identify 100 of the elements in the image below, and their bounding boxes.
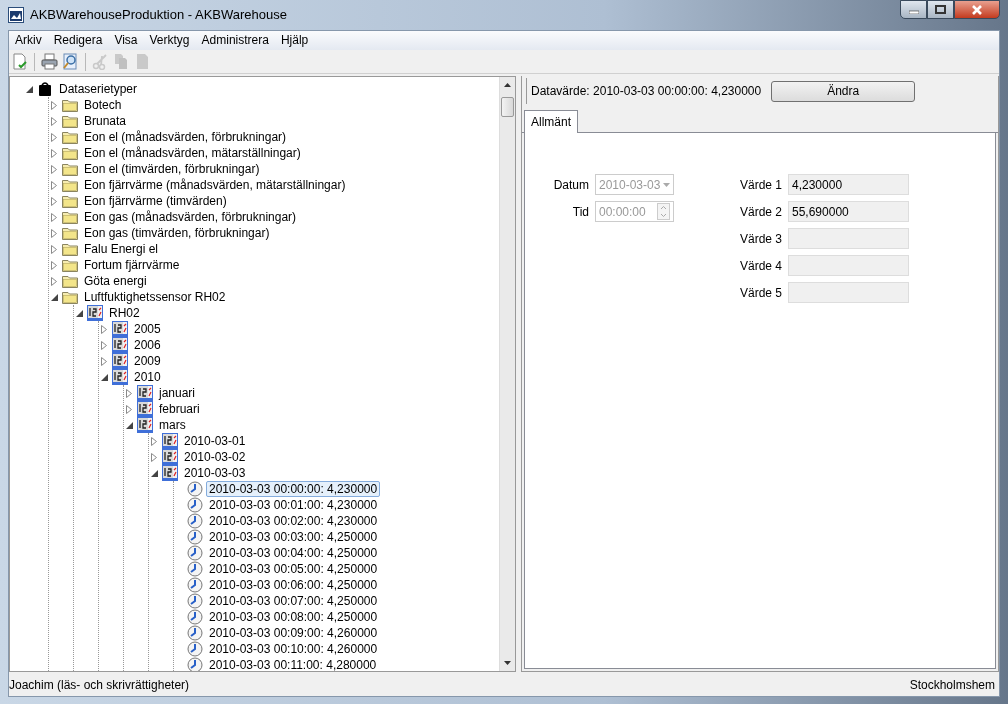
expand-arrow-icon[interactable] <box>151 452 157 462</box>
menu-item[interactable]: Arkiv <box>9 31 48 50</box>
number-grid-icon <box>112 321 128 337</box>
tree-item[interactable]: Eon gas (timvärden, förbrukningar) <box>81 225 273 241</box>
tree-item[interactable]: RH02 <box>106 305 143 321</box>
app-icon <box>8 7 24 23</box>
collapse-arrow-icon[interactable] <box>25 85 33 93</box>
menu-item[interactable]: Redigera <box>47 31 109 50</box>
tree-item[interactable]: Göta energi <box>81 273 150 289</box>
expand-arrow-icon[interactable] <box>51 148 57 158</box>
tree-item[interactable]: 2010-03-03 00:10:00: 4,260000 <box>206 641 381 657</box>
status-user: Joachim (läs- och skrivrättigheter) <box>9 677 190 694</box>
close-button[interactable] <box>954 0 1000 19</box>
clock-icon <box>187 593 203 609</box>
maximize-button[interactable] <box>927 0 954 19</box>
tree-item[interactable]: 2010-03-03 00:11:00: 4,280000 <box>206 657 380 671</box>
tree-item[interactable]: 2006 <box>131 337 164 353</box>
scroll-down-arrow-icon[interactable] <box>504 661 511 665</box>
expand-arrow-icon[interactable] <box>51 116 57 126</box>
expand-arrow-icon[interactable] <box>101 340 107 350</box>
scrollbar-thumb[interactable] <box>501 97 514 117</box>
expand-arrow-icon[interactable] <box>51 212 57 222</box>
tree-item[interactable]: 2010-03-03 00:07:00: 4,250000 <box>206 593 381 609</box>
tree-item[interactable]: Falu Energi el <box>81 241 162 257</box>
bag-icon <box>37 81 53 97</box>
expand-arrow-icon[interactable] <box>101 356 107 366</box>
close-icon <box>971 4 983 15</box>
tree-item[interactable]: 2010-03-03 00:02:00: 4,230000 <box>206 513 381 529</box>
new-document-icon[interactable] <box>11 53 28 70</box>
expand-arrow-icon[interactable] <box>51 132 57 142</box>
collapse-arrow-icon[interactable] <box>150 469 158 477</box>
value-field[interactable] <box>788 228 909 249</box>
menu-item[interactable]: Verktyg <box>143 31 196 50</box>
tree-item[interactable]: 2010-03-03 00:09:00: 4,260000 <box>206 625 381 641</box>
value-field[interactable]: 55,690000 <box>788 201 909 222</box>
minimize-button[interactable] <box>900 0 927 19</box>
number-grid-icon <box>162 465 178 481</box>
tree-item[interactable]: Eon el (månadsvärden, mätarställningar) <box>81 145 304 161</box>
tree-item[interactable]: Eon el (månadsvärden, förbrukningar) <box>81 129 290 145</box>
value-field[interactable] <box>788 255 909 276</box>
collapse-arrow-icon[interactable] <box>125 421 133 429</box>
menu-item[interactable]: Administrera <box>195 31 275 50</box>
expand-arrow-icon[interactable] <box>151 436 157 446</box>
tree-item[interactable]: 2010-03-03 00:06:00: 4,250000 <box>206 577 381 593</box>
folder-icon <box>62 177 78 193</box>
tab[interactable]: Allmänt <box>524 110 578 133</box>
value-field[interactable] <box>788 282 909 303</box>
folder-icon <box>62 273 78 289</box>
number-grid-icon <box>112 353 128 369</box>
tree-item[interactable]: 2005 <box>131 321 164 337</box>
change-button[interactable]: Ändra <box>771 80 916 102</box>
expand-arrow-icon[interactable] <box>51 260 57 270</box>
tree-item[interactable]: Dataserietyper <box>56 81 141 97</box>
tree-item[interactable]: 2010-03-02 <box>181 449 249 465</box>
number-grid-icon <box>162 433 178 449</box>
tree-item[interactable]: 2010-03-01 <box>181 433 249 449</box>
number-grid-icon <box>137 385 153 401</box>
collapse-arrow-icon[interactable] <box>100 373 108 381</box>
tree-item[interactable]: 2010 <box>131 369 164 385</box>
tree-item[interactable]: Eon el (timvärden, förbrukningar) <box>81 161 263 177</box>
expand-arrow-icon[interactable] <box>51 276 57 286</box>
tree-item[interactable]: 2010-03-03 00:03:00: 4,250000 <box>206 529 381 545</box>
tree-item[interactable]: februari <box>156 401 203 417</box>
expand-arrow-icon[interactable] <box>51 100 57 110</box>
tree-item[interactable]: 2010-03-03 00:01:00: 4,230000 <box>206 497 381 513</box>
detail-header: Datavärde: 2010-03-03 00:00:00: 4,230000 <box>531 83 762 100</box>
tree-item[interactable]: 2010-03-03 00:05:00: 4,250000 <box>206 561 381 577</box>
expand-arrow-icon[interactable] <box>51 164 57 174</box>
expand-arrow-icon[interactable] <box>126 404 132 414</box>
expand-arrow-icon[interactable] <box>51 180 57 190</box>
menu-item[interactable]: Visa <box>108 31 144 50</box>
expand-arrow-icon[interactable] <box>51 228 57 238</box>
expand-arrow-icon[interactable] <box>51 244 57 254</box>
tree-item[interactable]: Eon gas (månadsvärden, förbrukningar) <box>81 209 300 225</box>
tree-item[interactable]: Fortum fjärrvärme <box>81 257 183 273</box>
scrollbar[interactable] <box>499 77 515 671</box>
tree-item[interactable]: Eon fjärrvärme (timvärden) <box>81 193 230 209</box>
menu-item[interactable]: Hjälp <box>274 31 315 50</box>
tree-item[interactable]: 2010-03-03 00:00:00: 4,230000 <box>206 481 381 497</box>
tree-item[interactable]: Botech <box>81 97 125 113</box>
clock-icon <box>187 545 203 561</box>
collapse-arrow-icon[interactable] <box>75 309 83 317</box>
tree-item[interactable]: mars <box>156 417 189 433</box>
clock-icon <box>187 641 203 657</box>
tree-item[interactable]: 2009 <box>131 353 164 369</box>
tree-item[interactable]: januari <box>156 385 199 401</box>
expand-arrow-icon[interactable] <box>51 196 57 206</box>
collapse-arrow-icon[interactable] <box>50 293 58 301</box>
printer-icon[interactable] <box>41 53 58 70</box>
expand-arrow-icon[interactable] <box>101 324 107 334</box>
tree-item[interactable]: 2010-03-03 00:08:00: 4,250000 <box>206 609 381 625</box>
tree-item[interactable]: 2010-03-03 00:04:00: 4,250000 <box>206 545 381 561</box>
tree-item[interactable]: Brunata <box>81 113 130 129</box>
scroll-up-arrow-icon[interactable] <box>504 83 511 87</box>
value-field[interactable]: 4,230000 <box>788 174 909 195</box>
tree-item[interactable]: Luftfuktighetssensor RH02 <box>81 289 229 305</box>
tree-item[interactable]: 2010-03-03 <box>181 465 249 481</box>
tree-item[interactable]: Eon fjärrvärme (månadsvärden, mätarställningar) <box>81 177 349 193</box>
expand-arrow-icon[interactable] <box>126 388 132 398</box>
magnifier-page-icon[interactable] <box>62 53 79 70</box>
